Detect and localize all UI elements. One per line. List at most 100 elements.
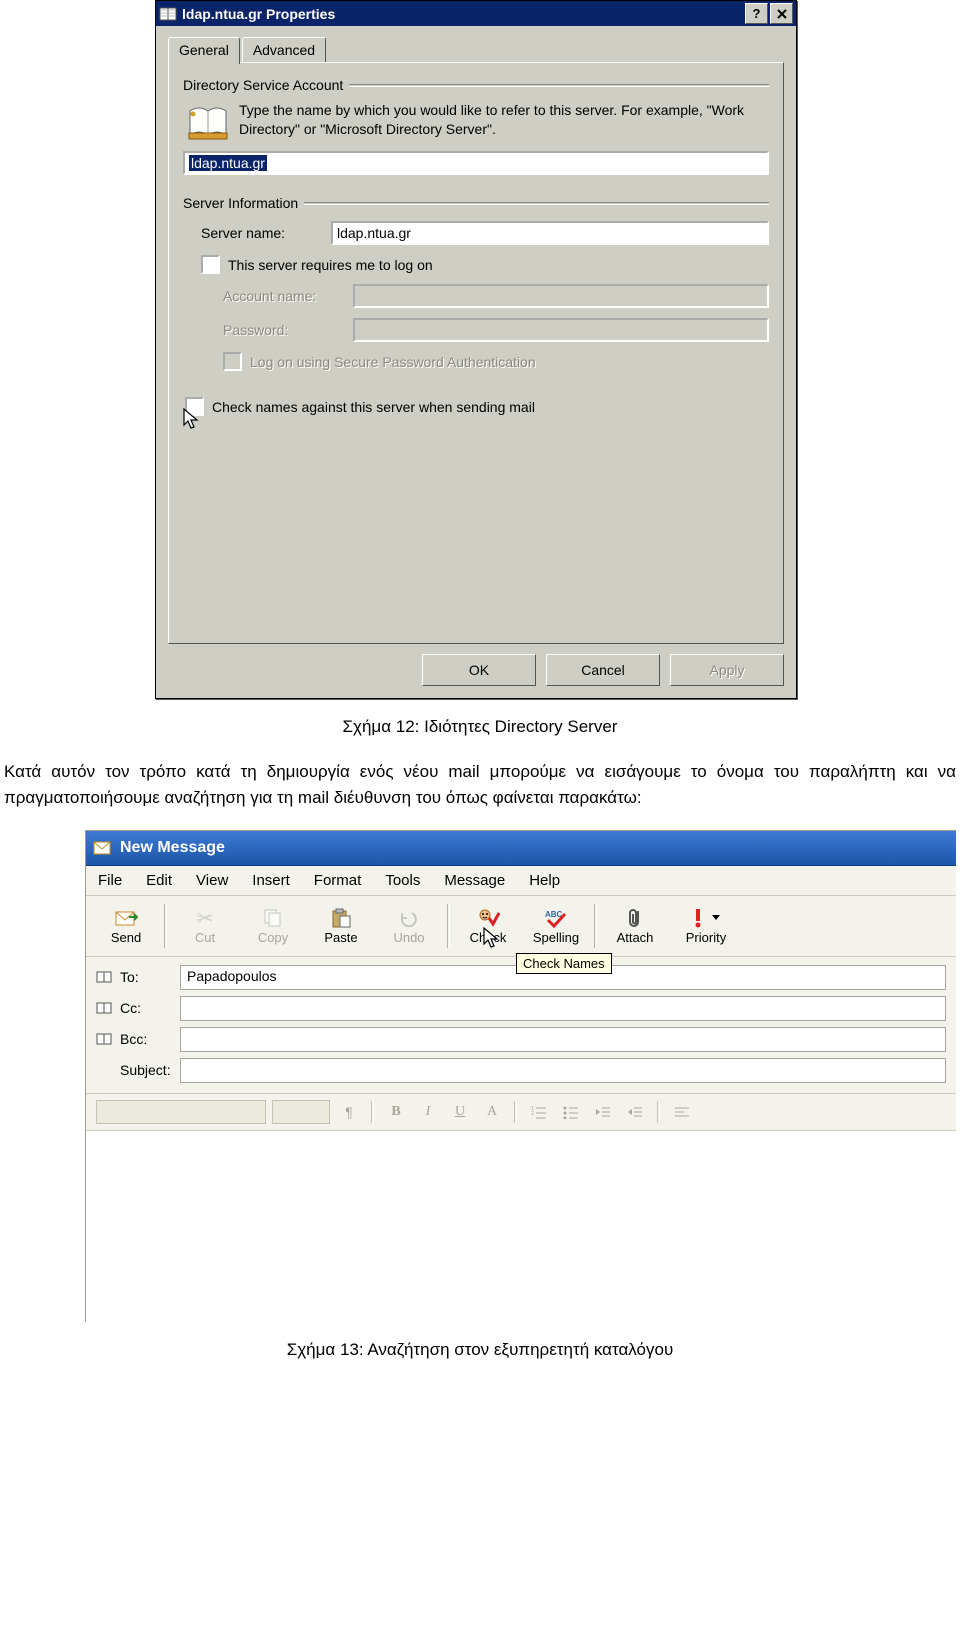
copy-button: Copy [239, 900, 307, 952]
spelling-button[interactable]: ABC Spelling [522, 900, 590, 952]
attach-button[interactable]: Attach [601, 900, 669, 952]
check-button[interactable]: Check [454, 900, 522, 952]
check-label: Check [470, 930, 507, 945]
spa-label: Log on using Secure Password Authenticat… [250, 354, 536, 370]
cut-label: Cut [195, 930, 215, 945]
menu-file[interactable]: File [98, 872, 122, 889]
address-book-icon [96, 970, 114, 984]
indent-icon [622, 1100, 648, 1124]
help-button[interactable]: ? [745, 3, 768, 24]
account-name-label: Account name: [223, 288, 353, 304]
menu-insert[interactable]: Insert [252, 872, 290, 889]
paragraph-style-icon: ¶ [336, 1100, 362, 1124]
book-icon [159, 5, 177, 23]
directory-book-icon [187, 101, 229, 145]
check-names-label: Check names against this server when sen… [212, 399, 535, 415]
header-fields: To: Papadopoulos Cc: [86, 957, 956, 1094]
priority-button[interactable]: Priority [669, 900, 743, 952]
check-names-checkbox[interactable] [185, 397, 204, 416]
outdent-icon [590, 1100, 616, 1124]
send-label: Send [111, 930, 141, 945]
bold-icon: B [383, 1100, 409, 1124]
paste-button[interactable]: Paste [307, 900, 375, 952]
check-icon [476, 906, 500, 930]
apply-button: Apply [670, 654, 784, 686]
server-name-input[interactable]: ldap.ntua.gr [331, 221, 769, 245]
attach-label: Attach [617, 930, 654, 945]
new-message-title: New Message [120, 839, 225, 857]
server-name-value: ldap.ntua.gr [337, 225, 411, 241]
address-book-icon [96, 1032, 114, 1046]
font-size-select [272, 1100, 330, 1124]
bcc-label[interactable]: Bcc: [96, 1031, 180, 1047]
group-account-text: Directory Service Account [183, 77, 343, 93]
paragraph-1: Κατά αυτόν τον τρόπο κατά τη δημιουργία … [0, 759, 960, 812]
copy-label: Copy [258, 930, 288, 945]
menu-edit[interactable]: Edit [146, 872, 172, 889]
numbered-list-icon: 12 [526, 1100, 552, 1124]
group-server-text: Server Information [183, 195, 298, 211]
spelling-icon: ABC [543, 906, 569, 930]
new-message-titlebar: New Message [86, 831, 956, 866]
send-button[interactable]: Send [92, 900, 160, 952]
password-label: Password: [223, 322, 353, 338]
tab-strip: General Advanced [168, 36, 784, 62]
undo-button: Undo [375, 900, 443, 952]
to-label[interactable]: To: [96, 969, 180, 985]
cancel-button[interactable]: Cancel [546, 654, 660, 686]
requires-logon-label: This server requires me to log on [228, 257, 433, 273]
to-value: Papadopoulos [187, 968, 277, 984]
message-body[interactable] [86, 1131, 956, 1322]
paste-icon [330, 906, 352, 930]
paste-label: Paste [324, 930, 357, 945]
account-name-input [353, 284, 769, 308]
send-icon [114, 906, 138, 930]
menu-tools[interactable]: Tools [385, 872, 420, 889]
new-message-window: New Message File Edit View Insert Format… [85, 830, 956, 1322]
address-book-icon [96, 1001, 114, 1015]
subject-input[interactable] [180, 1058, 946, 1083]
menu-view[interactable]: View [196, 872, 228, 889]
display-name-input[interactable]: ldap.ntua.gr [183, 151, 769, 175]
align-left-icon [669, 1100, 695, 1124]
mail-icon [92, 838, 112, 858]
window-title: ldap.ntua.gr Properties [182, 6, 743, 22]
cut-button: ✂ Cut [171, 900, 239, 952]
spa-checkbox [223, 352, 242, 371]
copy-icon [262, 906, 284, 930]
menu-help[interactable]: Help [529, 872, 560, 889]
priority-icon [692, 906, 720, 930]
cc-label[interactable]: Cc: [96, 1000, 180, 1016]
close-button[interactable] [770, 3, 793, 24]
undo-label: Undo [393, 930, 424, 945]
priority-label: Priority [686, 930, 726, 945]
figure-12-caption: Σχήμα 12: Ιδιότητες Directory Server [0, 717, 960, 737]
font-color-icon: A [479, 1100, 505, 1124]
cut-icon: ✂ [197, 906, 214, 930]
italic-icon: I [415, 1100, 441, 1124]
menu-message[interactable]: Message [444, 872, 505, 889]
tab-panel-general: Directory Service Account Typ [168, 62, 784, 644]
check-names-tooltip: Check Names [516, 953, 612, 974]
svg-text:2: 2 [531, 1111, 534, 1117]
menu-bar: File Edit View Insert Format Tools Messa… [86, 866, 956, 896]
menu-format[interactable]: Format [314, 872, 362, 889]
attach-icon [626, 906, 644, 930]
bcc-input[interactable] [180, 1027, 946, 1052]
ok-button[interactable]: OK [422, 654, 536, 686]
toolbar: Send ✂ Cut Copy Paste [86, 896, 956, 957]
tab-general[interactable]: General [168, 37, 240, 64]
password-input [353, 318, 769, 342]
bullet-list-icon [558, 1100, 584, 1124]
account-description: Type the name by which you would like to… [239, 101, 769, 139]
server-name-label: Server name: [201, 225, 331, 241]
requires-logon-checkbox[interactable] [201, 255, 220, 274]
subject-label: Subject: [96, 1062, 180, 1078]
font-family-select [96, 1100, 266, 1124]
cc-input[interactable] [180, 996, 946, 1021]
group-server-label: Server Information [183, 195, 769, 211]
tab-advanced[interactable]: Advanced [242, 37, 326, 62]
figure-13-caption: Σχήμα 13: Αναζήτηση στον εξυπηρετητή κατ… [0, 1340, 960, 1360]
display-name-value: ldap.ntua.gr [189, 155, 267, 171]
group-account-label: Directory Service Account [183, 77, 769, 93]
